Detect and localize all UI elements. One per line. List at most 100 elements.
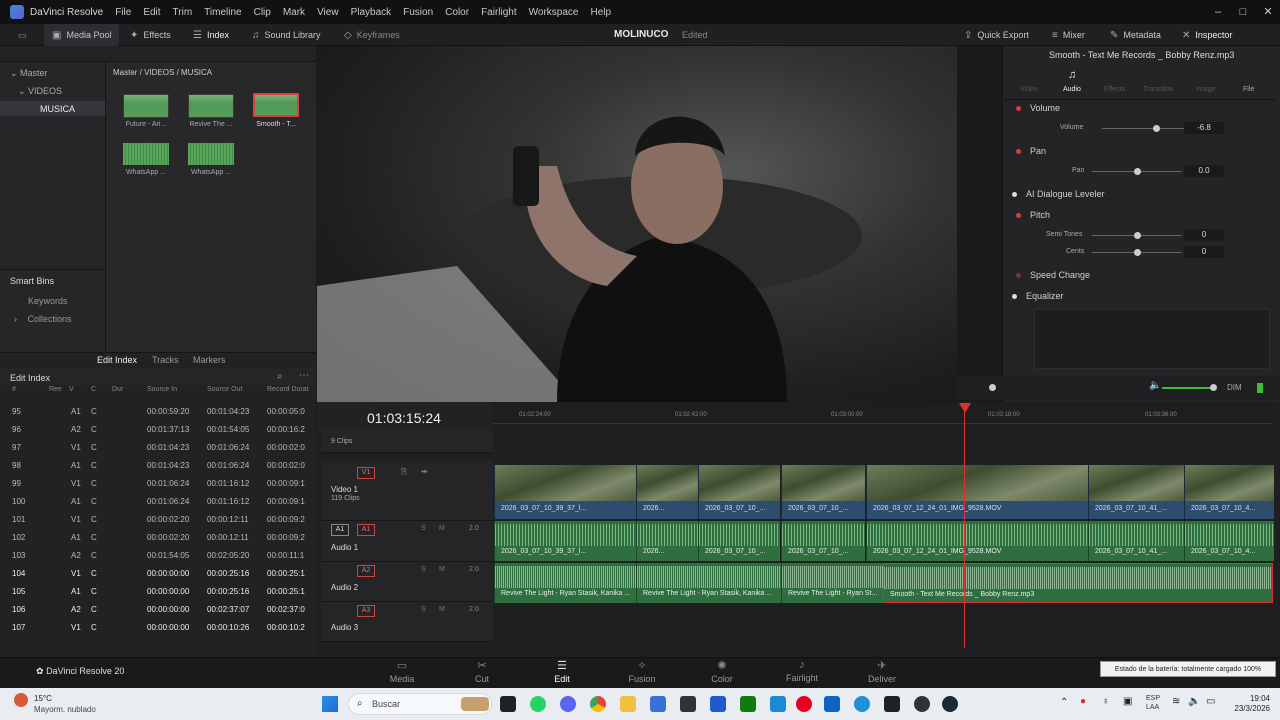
cents-knob[interactable] (1134, 249, 1141, 256)
audio-clip[interactable]: 2026_03_07_10_4... (1184, 521, 1274, 561)
equalizer-section[interactable]: Equalizer (1004, 291, 1274, 301)
tab-image[interactable]: Image (1196, 86, 1215, 93)
menu-clip[interactable]: Clip (254, 7, 271, 18)
table-row[interactable]: 103 A2 C 00:01:54:05 00:02:05:20 00:00:11:1 (0, 546, 316, 564)
table-row[interactable]: 102 A1 C 00:00:02:20 00:00:12:11 00:00:09:2 (0, 528, 316, 546)
video-clip[interactable]: 2026_03_07_10_4... (1184, 465, 1274, 519)
mixer-button[interactable]: ≡ Mixer (1052, 24, 1085, 46)
page-edit[interactable]: ☰ Edit (532, 659, 592, 684)
audio-clip[interactable]: 2026_03_07_12_24_01_IMG_9528.MOV (866, 521, 1088, 561)
menu-workspace[interactable]: Workspace (529, 7, 579, 18)
tab-markers[interactable]: Markers (193, 355, 226, 365)
cents-value[interactable]: 0 (1184, 246, 1224, 258)
xbox-icon[interactable] (740, 696, 756, 712)
speaker-icon[interactable]: 🔈 (1149, 380, 1161, 391)
solo-button[interactable]: S (421, 606, 426, 613)
smart-bin-collections[interactable]: › Collections (14, 314, 72, 324)
tab-edit-index[interactable]: Edit Index (97, 355, 137, 365)
video-clip[interactable]: 2026_03_07_10_... (698, 465, 780, 519)
tab-video[interactable]: Video (1020, 86, 1038, 93)
volume-value[interactable]: -6.8 (1184, 122, 1224, 134)
mute-button[interactable]: M (439, 606, 445, 613)
video-clip[interactable]: 2026_03_07_12_24_01_IMG_9528.MOV (866, 465, 1088, 519)
tray-app-icon[interactable]: ▣ (1123, 696, 1132, 707)
close-icon[interactable]: ✕ (1256, 0, 1280, 24)
store-icon[interactable] (650, 696, 666, 712)
tray-icon[interactable]: ● (1080, 696, 1086, 707)
monitor-volume-knob[interactable] (1210, 384, 1217, 391)
menu-mark[interactable]: Mark (283, 7, 305, 18)
effects-button[interactable]: ✦ Effects (130, 24, 171, 46)
menu-edit[interactable]: Edit (143, 7, 160, 18)
monitor-volume-slider[interactable] (1162, 387, 1212, 389)
battery-icon[interactable]: ▭ (1206, 696, 1215, 707)
table-row[interactable]: 107 V1 C 00:00:00:00 00:00:10:26 00:00:10:2 (0, 618, 316, 636)
audio-clip[interactable]: Revive The Light - Ryan St... (781, 563, 883, 603)
network-app-icon[interactable] (770, 696, 786, 712)
solo-button[interactable]: S (421, 525, 426, 532)
jog-knob[interactable] (989, 384, 996, 391)
index-button[interactable]: ☰ Index (193, 24, 229, 46)
equalizer-graph[interactable] (1034, 309, 1270, 369)
menu-fusion[interactable]: Fusion (403, 7, 433, 18)
menu-timeline[interactable]: Timeline (204, 7, 241, 18)
audio-clip[interactable]: 2026_03_07_10_... (698, 521, 780, 561)
app-icon[interactable] (680, 696, 696, 712)
menu-file[interactable]: File (115, 7, 131, 18)
menu-fairlight[interactable]: Fairlight (481, 7, 517, 18)
search-icon[interactable]: ⌕ (277, 371, 283, 382)
clip-thumb-whatsapp-1[interactable] (123, 143, 169, 165)
audio-clip[interactable]: Revive The Light - Ryan Stasik, Kanika .… (636, 563, 781, 603)
pan-section[interactable]: Pan (1004, 146, 1274, 156)
volume-section[interactable]: Volume (1004, 103, 1274, 113)
clip-thumb-revive[interactable] (188, 94, 234, 118)
table-row[interactable]: 104 V1 C 00:00:00:00 00:00:25:16 00:00:25:1 (0, 564, 316, 582)
page-fusion[interactable]: ✧ Fusion (612, 659, 672, 684)
terminal-icon[interactable] (500, 696, 516, 712)
menu-help[interactable]: Help (590, 7, 611, 18)
ai-dialogue-section[interactable]: AI Dialogue Leveler (1004, 189, 1274, 199)
table-row[interactable]: 99 V1 C 00:01:06:24 00:01:16:12 00:00:09:1 (0, 474, 316, 492)
pan-value[interactable]: 0.0 (1184, 165, 1224, 177)
volume-knob[interactable] (1153, 125, 1160, 132)
search-box[interactable]: ⌕ Buscar (348, 693, 492, 715)
whatsapp-icon[interactable] (530, 696, 546, 712)
steam-icon[interactable] (942, 696, 958, 712)
audio-clip[interactable]: 2026_03_07_10_... (781, 521, 865, 561)
bin-musica[interactable]: MUSICA (0, 101, 105, 116)
minimize-icon[interactable]: – (1206, 0, 1230, 24)
smart-bin-keywords[interactable]: Keywords (28, 296, 68, 306)
video-clip[interactable]: 2026_03_07_10_41_... (1088, 465, 1184, 519)
playhead[interactable] (964, 403, 965, 648)
table-row[interactable]: 105 A1 C 00:00:00:00 00:00:25:16 00:00:25:1 (0, 582, 316, 600)
timeline-ruler[interactable]: 01:02:24:00 01:02:42:00 01:03:00:00 01:03:1… (493, 402, 1273, 424)
chrome-icon[interactable] (590, 696, 606, 712)
video-clip[interactable]: 2026... (636, 465, 698, 519)
table-row[interactable]: 97 V1 C 00:01:04:23 00:01:06:24 00:00:02:0 (0, 438, 316, 456)
menu-trim[interactable]: Trim (173, 7, 193, 18)
github-icon[interactable] (914, 696, 930, 712)
table-row[interactable]: 101 V1 C 00:00:02:20 00:00:12:11 00:00:09:2 (0, 510, 316, 528)
metadata-button[interactable]: ✎ Metadata (1110, 24, 1161, 46)
audio-clip[interactable]: Smooth - Text Me Records _ Bobby Renz.mp… (883, 563, 1273, 603)
pan-knob[interactable] (1134, 168, 1141, 175)
playhead-marker[interactable] (959, 403, 971, 413)
audio-clip[interactable]: 2026_03_07_10_41_... (1088, 521, 1184, 561)
maximize-icon[interactable]: □ (1231, 0, 1255, 24)
clip-thumb-whatsapp-2[interactable] (188, 143, 234, 165)
lock-icon[interactable]: ⎘ (401, 467, 407, 477)
menu-view[interactable]: View (317, 7, 339, 18)
speed-change-section[interactable]: Speed Change (1004, 270, 1274, 280)
volume-icon[interactable]: 🔈 (1188, 696, 1200, 707)
bin-videos[interactable]: ⌄ VIDEOS (18, 86, 62, 97)
layout-icon[interactable]: ▭ (18, 24, 27, 46)
clip-thumb-smooth[interactable] (253, 93, 299, 117)
table-row[interactable]: 96 A2 C 00:01:37:13 00:01:54:05 00:00:16:2 (0, 420, 316, 438)
dim-button[interactable]: DIM (1227, 383, 1242, 392)
auto-select-icon[interactable]: ⇹ (421, 467, 428, 476)
weather-desc[interactable]: Mayorm. nublado (34, 705, 96, 714)
windows-start-icon[interactable] (322, 696, 338, 712)
vscode-icon[interactable] (710, 696, 726, 712)
resolve-taskbar-icon[interactable] (884, 696, 900, 712)
inspector-button[interactable]: ✕ Inspector (1182, 24, 1232, 46)
